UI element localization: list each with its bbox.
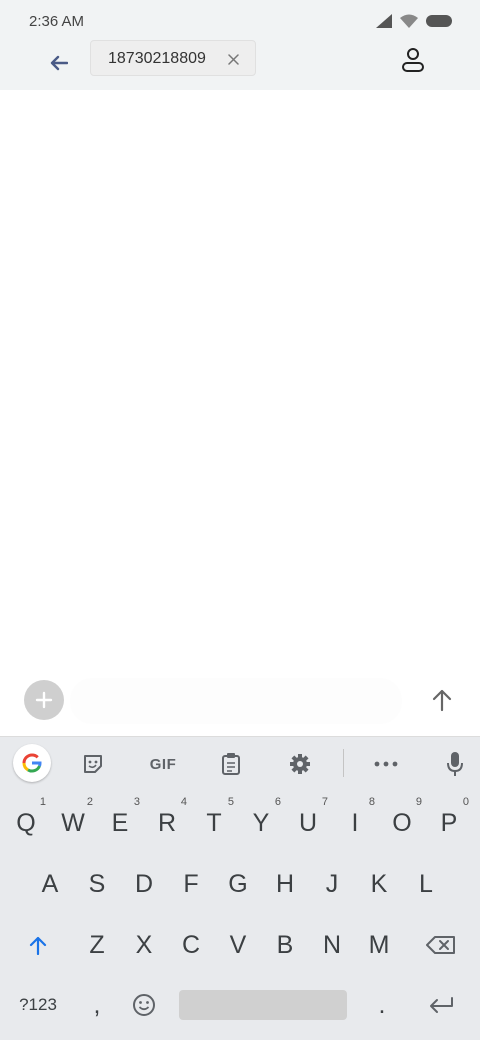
emoji-key[interactable] bbox=[122, 979, 166, 1031]
key-hint: 7 bbox=[321, 796, 328, 808]
key-v[interactable]: V bbox=[216, 919, 260, 971]
key-c[interactable]: C bbox=[169, 919, 213, 971]
google-g-icon bbox=[22, 753, 42, 773]
more-options-button[interactable] bbox=[367, 745, 405, 783]
key-d[interactable]: D bbox=[122, 858, 166, 910]
shift-arrow-icon bbox=[29, 936, 47, 955]
gif-button[interactable]: GIF bbox=[143, 745, 183, 783]
gear-icon bbox=[290, 754, 310, 774]
key-b[interactable]: B bbox=[263, 919, 307, 971]
keyboard-toolbar: GIF bbox=[0, 736, 480, 790]
key-y[interactable]: Y6 bbox=[239, 796, 283, 849]
status-bar: 2:36 AM bbox=[0, 0, 480, 40]
key-hint: 3 bbox=[133, 796, 140, 808]
battery-icon bbox=[426, 15, 452, 27]
contact-button[interactable] bbox=[398, 44, 428, 74]
key-m[interactable]: M bbox=[357, 919, 401, 971]
key-hint: 0 bbox=[462, 796, 469, 808]
smiley-icon bbox=[133, 994, 155, 1016]
clipboard-icon bbox=[222, 753, 240, 775]
key-i[interactable]: I8 bbox=[333, 796, 377, 849]
close-icon bbox=[227, 53, 239, 65]
comma-key[interactable]: , bbox=[75, 979, 119, 1031]
arrow-up-icon bbox=[432, 689, 452, 712]
backspace-icon bbox=[426, 936, 455, 954]
key-g[interactable]: G bbox=[216, 858, 260, 910]
backspace-key[interactable] bbox=[419, 919, 463, 971]
key-hint: 6 bbox=[274, 796, 281, 808]
key-k[interactable]: K bbox=[357, 858, 401, 910]
enter-key[interactable] bbox=[419, 979, 463, 1031]
status-icons bbox=[376, 12, 452, 30]
settings-button[interactable] bbox=[281, 745, 319, 783]
conversation-header: 18730218809 bbox=[0, 40, 480, 90]
recipient-number: 18730218809 bbox=[108, 50, 206, 67]
google-search-button[interactable] bbox=[13, 744, 51, 782]
person-icon bbox=[402, 48, 424, 72]
toolbar-divider bbox=[343, 749, 344, 777]
key-r[interactable]: R4 bbox=[145, 796, 189, 849]
cell-signal-icon bbox=[376, 14, 392, 28]
key-o[interactable]: O9 bbox=[380, 796, 424, 849]
key-l[interactable]: L bbox=[404, 858, 448, 910]
key-e[interactable]: E3 bbox=[98, 796, 142, 849]
key-hint: 9 bbox=[415, 796, 422, 808]
keyboard: GIF Q 1 W 2 E 3 R 4 T 5 Y 6 U 7 I 8 O 9 … bbox=[0, 736, 480, 1040]
back-button[interactable] bbox=[40, 45, 78, 81]
wifi-icon bbox=[400, 14, 418, 28]
key-j[interactable]: J bbox=[310, 858, 354, 910]
key-hint: 1 bbox=[39, 796, 46, 808]
key-n[interactable]: N bbox=[310, 919, 354, 971]
sticker-button[interactable] bbox=[74, 745, 112, 783]
key-hint: 5 bbox=[227, 796, 234, 808]
status-time: 2:36 AM bbox=[29, 13, 85, 30]
key-z[interactable]: Z bbox=[75, 919, 119, 971]
key-x[interactable]: X bbox=[122, 919, 166, 971]
key-s[interactable]: S bbox=[75, 858, 119, 910]
key-t[interactable]: T5 bbox=[192, 796, 236, 849]
key-f[interactable]: F bbox=[169, 858, 213, 910]
key-p[interactable]: P0 bbox=[427, 796, 471, 849]
key-a[interactable]: A bbox=[28, 858, 72, 910]
add-attachment-button[interactable] bbox=[24, 680, 64, 720]
key-u[interactable]: U7 bbox=[286, 796, 330, 849]
sticker-icon bbox=[84, 755, 102, 773]
recipient-chip[interactable]: 18730218809 bbox=[90, 40, 256, 76]
message-input[interactable] bbox=[70, 678, 402, 724]
enter-arrow-icon bbox=[430, 997, 453, 1013]
voice-input-button[interactable] bbox=[436, 745, 474, 783]
key-hint: 8 bbox=[368, 796, 375, 808]
clipboard-button[interactable] bbox=[212, 745, 250, 783]
plus-icon bbox=[35, 691, 53, 709]
key-w[interactable]: W2 bbox=[51, 796, 95, 849]
symbols-key[interactable]: ?123 bbox=[14, 979, 62, 1031]
gif-label: GIF bbox=[149, 755, 177, 773]
period-key[interactable]: . bbox=[360, 979, 404, 1031]
space-key[interactable] bbox=[179, 990, 347, 1020]
remove-recipient-button[interactable] bbox=[223, 49, 243, 69]
microphone-icon bbox=[447, 752, 463, 776]
key-q[interactable]: Q1 bbox=[4, 796, 48, 849]
more-horiz-icon bbox=[374, 761, 398, 767]
key-hint: 4 bbox=[180, 796, 187, 808]
key-hint: 2 bbox=[86, 796, 93, 808]
key-h[interactable]: H bbox=[263, 858, 307, 910]
shift-key[interactable] bbox=[16, 919, 60, 971]
send-button[interactable] bbox=[424, 682, 460, 718]
back-arrow-icon bbox=[50, 55, 68, 71]
compose-bar bbox=[0, 668, 480, 732]
